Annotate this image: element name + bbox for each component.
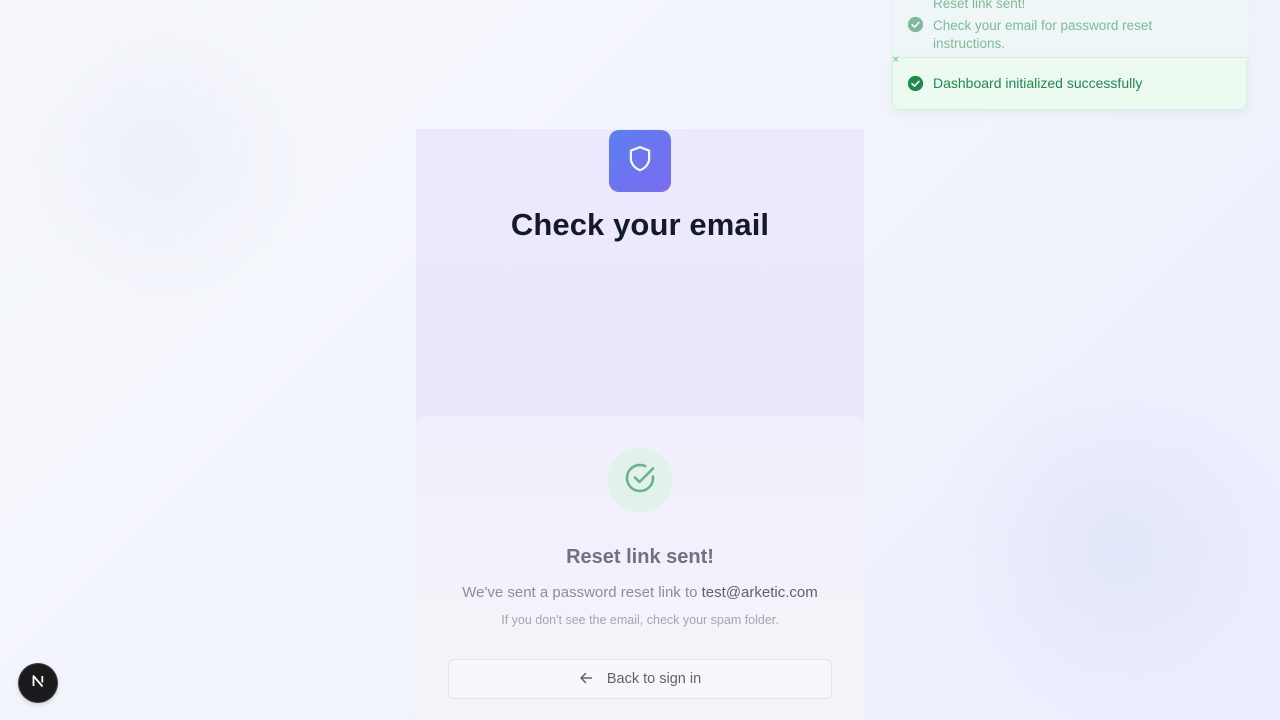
reset-confirmation-card: Reset link sent! We've sent a password r… xyxy=(416,416,864,720)
check-circle-filled-icon xyxy=(907,75,924,96)
toast-stack: Reset link sent! Check your email for pa… xyxy=(892,0,1249,110)
nextjs-logo-icon: N xyxy=(29,672,47,694)
reset-message: We've sent a password reset link to test… xyxy=(416,584,864,601)
arrow-left-icon xyxy=(579,670,593,689)
toast-description: Check your email for password reset inst… xyxy=(933,18,1153,51)
logo xyxy=(609,130,671,192)
card-heading: Reset link sent! xyxy=(566,546,714,568)
spam-hint: If you don't see the email, check your s… xyxy=(501,613,779,627)
page-title: Check your email xyxy=(510,207,770,242)
reset-message-text: We've sent a password reset link to xyxy=(462,584,698,601)
success-badge xyxy=(608,448,672,512)
toast-close-button[interactable]: × xyxy=(892,54,902,66)
toast-title: Reset link sent! xyxy=(933,0,1026,11)
back-to-sign-in-button[interactable]: Back to sign in xyxy=(448,659,832,699)
shield-icon xyxy=(627,145,653,177)
back-button-label: Back to sign in xyxy=(606,671,702,687)
nextjs-dev-badge[interactable]: N xyxy=(19,664,57,702)
reset-email: test@arketic.com xyxy=(701,584,818,601)
check-circle-filled-icon xyxy=(907,16,924,37)
nextjs-logo-letter: N xyxy=(29,672,41,676)
toast-dashboard-initialized: Dashboard initialized successfully xyxy=(892,57,1247,110)
check-circle-icon xyxy=(623,461,657,499)
background-decoration-right xyxy=(930,360,1280,720)
background-decoration-left xyxy=(0,0,320,310)
toast-title: Dashboard initialized successfully xyxy=(933,75,1143,91)
auth-panel: Check your email Reset link sent! We've … xyxy=(416,129,864,720)
